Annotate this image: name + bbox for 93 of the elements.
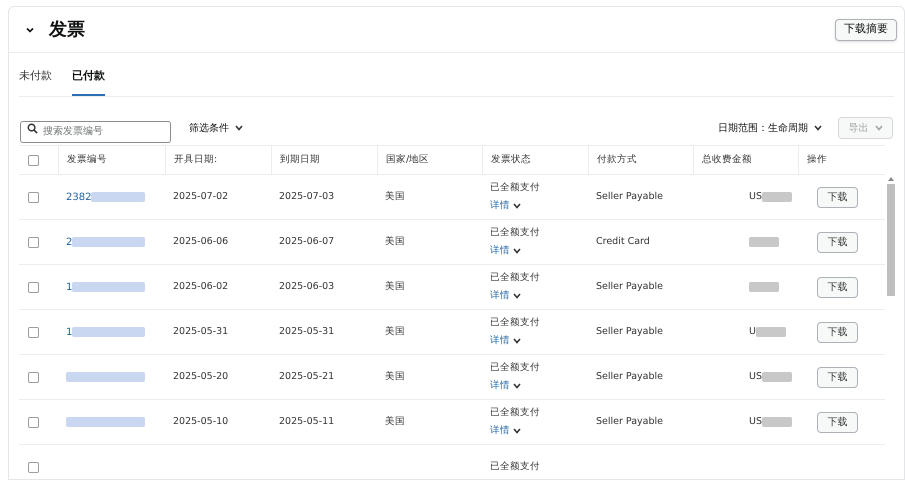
date-range-dropdown[interactable]: 日期范围：生命周期	[718, 120, 822, 136]
details-dropdown[interactable]: 详情	[490, 244, 521, 258]
chevron-down-icon	[513, 338, 521, 344]
chevron-down-icon	[513, 248, 521, 254]
amount-text: US	[749, 190, 762, 204]
checkbox[interactable]	[28, 462, 39, 472]
download-button[interactable]: 下载	[817, 186, 858, 208]
redacted-block	[762, 192, 792, 202]
page-title: 发票	[49, 18, 85, 42]
checkbox[interactable]	[28, 326, 39, 338]
chevron-down-icon	[513, 428, 521, 434]
redacted-block	[749, 237, 779, 247]
details-dropdown[interactable]: 详情	[490, 378, 521, 393]
search-icon	[27, 122, 38, 134]
checkbox[interactable]	[28, 372, 39, 382]
column-header: 发票编号	[67, 152, 107, 167]
status-text: 已全额支付	[490, 226, 540, 240]
status-text: 已全额支付	[490, 271, 540, 286]
chevron-down-icon	[513, 202, 521, 209]
details-dropdown[interactable]: 详情	[490, 288, 521, 303]
tab[interactable]: 未付款	[19, 68, 52, 96]
issue-date: 2025-05-31	[173, 324, 228, 339]
checkbox[interactable]	[28, 416, 39, 428]
country: 美国	[385, 234, 405, 249]
download-button[interactable]: 下载	[817, 232, 858, 252]
redacted-block	[91, 192, 145, 202]
invoice-number-link[interactable]: 1	[66, 324, 72, 340]
redacted-block	[749, 282, 779, 292]
status-text: 已全额支付	[490, 361, 540, 376]
checkbox[interactable]	[28, 192, 39, 202]
download-button[interactable]: 下载	[817, 412, 858, 432]
issue-date: 2025-07-02	[173, 190, 228, 204]
download-button[interactable]: 下载	[817, 366, 858, 388]
redacted-block	[762, 417, 792, 427]
country: 美国	[385, 190, 405, 204]
due-date: 2025-06-07	[279, 234, 334, 249]
issue-date: 2025-06-02	[173, 280, 228, 294]
payment-method: Seller Payable	[596, 414, 664, 429]
chevron-down-icon	[513, 382, 521, 389]
invoice-number-link[interactable]: 2382	[66, 190, 92, 204]
amount-text: U	[749, 324, 756, 339]
redacted-block	[756, 327, 786, 337]
invoice-number-link[interactable]: 1	[66, 280, 72, 294]
issue-date: 2025-05-20	[173, 370, 228, 384]
payment-method: Credit Card	[596, 234, 650, 249]
payment-method: Seller Payable	[596, 280, 664, 294]
checkbox[interactable]	[28, 236, 39, 248]
issue-date: 2025-05-10	[173, 414, 228, 429]
country: 美国	[385, 280, 405, 294]
amount-text: US	[749, 370, 762, 384]
chevron-down-icon	[814, 125, 822, 131]
chevron-down-icon	[513, 292, 521, 299]
country: 美国	[385, 370, 405, 384]
column-header: 到期日期	[280, 152, 320, 167]
status-text: 已全额支付	[490, 406, 540, 420]
redacted-block	[762, 372, 792, 382]
status-text: 已全额支付	[490, 181, 540, 196]
due-date: 2025-06-03	[279, 280, 334, 294]
payment-method: Seller Payable	[596, 370, 664, 384]
filter-dropdown[interactable]: 筛选条件	[189, 120, 243, 136]
chevron-down-icon	[874, 125, 882, 131]
download-button[interactable]: 下载	[817, 276, 858, 298]
invoice-number-link[interactable]: 2	[66, 234, 72, 250]
country: 美国	[385, 414, 405, 429]
details-dropdown[interactable]: 详情	[490, 424, 521, 438]
scroll-up-arrow-icon[interactable]	[888, 177, 894, 181]
scrollbar-thumb[interactable]	[887, 184, 895, 296]
download-summary-button[interactable]: 下载摘要	[835, 18, 897, 40]
status-text: 已全额支付	[490, 460, 540, 474]
amount-text: US	[749, 414, 762, 429]
payment-method: Seller Payable	[596, 324, 664, 339]
details-dropdown[interactable]: 详情	[490, 198, 521, 213]
chevron-down-icon	[235, 125, 243, 131]
due-date: 2025-05-11	[279, 414, 334, 429]
search-field[interactable]: 搜索发票编号	[20, 120, 171, 142]
issue-date: 2025-06-06	[173, 234, 228, 249]
select-all-checkbox[interactable]	[28, 154, 39, 166]
column-header: 开具日期:	[174, 152, 218, 167]
due-date: 2025-07-03	[279, 190, 334, 204]
column-header: 发票状态	[491, 152, 531, 167]
due-date: 2025-05-31	[279, 324, 334, 339]
download-button[interactable]: 下载	[817, 322, 858, 342]
column-header: 付款方式	[597, 152, 637, 167]
status-text: 已全额支付	[490, 316, 540, 330]
column-header: 操作	[807, 152, 827, 167]
details-dropdown[interactable]: 详情	[490, 334, 521, 348]
column-header: 国家/地区	[386, 152, 430, 167]
payment-method: Seller Payable	[596, 190, 664, 204]
checkbox[interactable]	[28, 282, 39, 292]
tab[interactable]: 已付款	[72, 68, 105, 96]
column-header: 总收费金额	[702, 152, 752, 167]
due-date: 2025-05-21	[279, 370, 334, 384]
country: 美国	[385, 324, 405, 339]
